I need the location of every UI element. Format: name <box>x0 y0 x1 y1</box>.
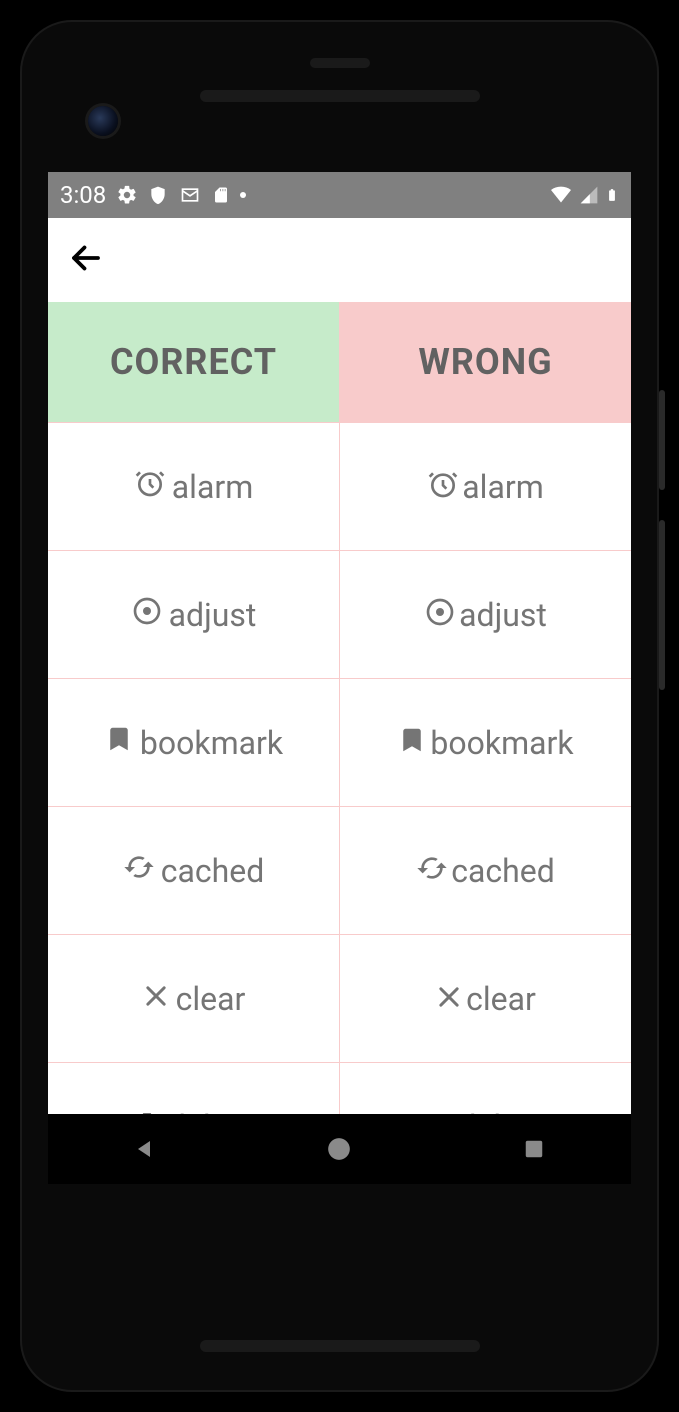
nav-recent-button[interactable] <box>519 1134 549 1164</box>
phone-speaker-top <box>200 90 480 102</box>
cell-label: clear <box>176 980 246 1018</box>
table-row: cached cached <box>48 806 631 934</box>
clear-icon <box>142 980 176 1018</box>
status-dot-icon <box>240 192 246 198</box>
adjust-icon <box>131 595 169 635</box>
bookmark-icon <box>104 723 140 763</box>
table-row: bookmark bookmark <box>48 678 631 806</box>
cell-correct: clear <box>48 935 339 1062</box>
cell-correct: alarm <box>48 423 339 550</box>
phone-speaker-bottom <box>200 1340 480 1352</box>
phone-side-button <box>659 520 665 690</box>
cell-label: adjust <box>459 596 547 634</box>
table-header-row: CORRECT WRONG <box>48 302 631 422</box>
cell-label: clear <box>466 980 536 1018</box>
back-button[interactable] <box>68 240 104 280</box>
battery-icon <box>605 184 619 206</box>
cell-wrong: alarm <box>339 423 631 550</box>
navigation-bar <box>48 1114 631 1184</box>
status-bar: 3:08 <box>48 172 631 218</box>
phone-frame: 3:08 <box>20 20 659 1392</box>
header-correct: CORRECT <box>48 302 339 422</box>
cell-wrong: bookmark <box>339 679 631 806</box>
nav-home-button[interactable] <box>324 1134 354 1164</box>
alarm-icon <box>134 467 172 507</box>
cell-wrong: cached <box>339 807 631 934</box>
cell-label: alarm <box>172 468 254 506</box>
table-row: adjust adjust <box>48 550 631 678</box>
cell-label: cached <box>161 852 265 890</box>
cached-icon <box>123 851 161 891</box>
table-row: clear clear <box>48 934 631 1062</box>
cell-label: alarm <box>462 468 544 506</box>
phone-camera <box>88 106 118 136</box>
cell-correct: bookmark <box>48 679 339 806</box>
shield-icon <box>148 184 168 206</box>
app-bar <box>48 218 631 302</box>
cached-icon <box>416 851 451 891</box>
cell-wrong: adjust <box>339 551 631 678</box>
cell-label: adjust <box>169 596 257 634</box>
cell-label: bookmark <box>430 724 573 762</box>
cell-label: cached <box>451 852 555 890</box>
clear-icon <box>435 980 466 1018</box>
cell-correct: adjust <box>48 551 339 678</box>
header-wrong: WRONG <box>339 302 631 422</box>
sd-card-icon <box>212 184 230 206</box>
status-time: 3:08 <box>60 181 106 209</box>
signal-icon <box>579 185 599 205</box>
phone-side-button <box>659 390 665 490</box>
table-row: alarm alarm <box>48 422 631 550</box>
cell-label: bookmark <box>140 724 283 762</box>
gear-icon <box>116 184 138 206</box>
nav-back-button[interactable] <box>130 1134 160 1164</box>
cell-wrong: clear <box>339 935 631 1062</box>
mail-icon <box>178 185 202 205</box>
cell-correct: cached <box>48 807 339 934</box>
phone-screen: 3:08 <box>48 172 631 1184</box>
bookmark-icon <box>397 723 430 763</box>
alarm-icon <box>427 467 462 507</box>
adjust-icon <box>424 595 459 635</box>
phone-notch <box>310 58 370 68</box>
icon-alignment-table: CORRECT WRONG alarm alarm adjust adjust book… <box>48 302 631 1184</box>
wifi-icon <box>549 185 573 205</box>
